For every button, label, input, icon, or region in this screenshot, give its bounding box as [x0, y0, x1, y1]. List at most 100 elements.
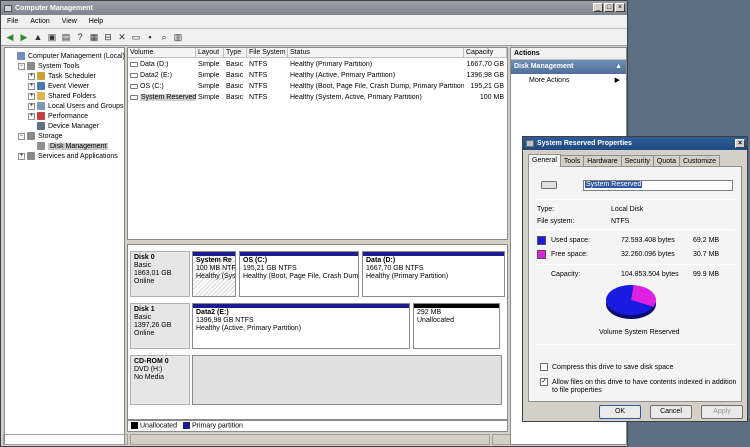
empty-drive-area [192, 355, 502, 405]
column-layout[interactable]: Layout [196, 48, 224, 57]
submenu-arrow-icon: ▶ [614, 77, 620, 84]
table-row[interactable]: Data (D:) Simple Basic NTFS Healthy (Primary… [128, 59, 507, 70]
forward-icon[interactable]: ▶ [18, 31, 30, 43]
expand-icon[interactable]: + [28, 92, 35, 100]
tree-item-label: Computer Management (Local) [28, 52, 125, 60]
title-bar[interactable]: Computer Management _ □ × [1, 1, 627, 15]
disk-name: Disk 0 [134, 254, 155, 261]
column-file-system[interactable]: File System [247, 48, 288, 57]
menu-file[interactable]: File [1, 18, 24, 25]
column-volume[interactable]: Volume [128, 48, 196, 57]
type-value: Local Disk [611, 206, 644, 213]
table-row[interactable]: Data2 (E:) Simple Basic NTFS Healthy (Active… [128, 70, 507, 81]
disk-label[interactable]: CD-ROM 0 DVD (H:) No Media [130, 355, 190, 405]
table-cell: NTFS [247, 61, 288, 68]
drive-icon [130, 94, 138, 100]
expand-icon[interactable]: + [28, 72, 35, 80]
volume-name-field[interactable]: System Reserved [583, 180, 733, 191]
help-icon[interactable]: ? [74, 31, 86, 43]
partition-block[interactable]: Data2 (E:) 1396,98 GB NTFS Healthy (Active… [192, 303, 410, 349]
tree-item[interactable]: − System Tools [18, 61, 80, 71]
expand-icon[interactable]: + [18, 152, 25, 160]
expand-icon[interactable]: + [28, 102, 35, 110]
table-cell: Basic [224, 94, 247, 101]
show-hide-tree-icon[interactable]: ▣ [46, 31, 58, 43]
close-icon[interactable]: × [615, 3, 625, 12]
disk-label[interactable]: Disk 0 Basic 1863,01 GB Online [130, 251, 190, 297]
ok-button[interactable]: OK [599, 405, 641, 419]
collapse-icon[interactable]: − [18, 132, 25, 140]
compress-checkbox[interactable] [540, 363, 548, 371]
legend-unallocated-label: Unallocated [140, 422, 177, 430]
more-actions-item[interactable]: More Actions ▶ [511, 74, 626, 88]
file-system-value: NTFS [611, 218, 630, 225]
column-capacity[interactable]: Capacity [464, 48, 507, 57]
cell-text: Basic [226, 72, 244, 79]
search-icon[interactable]: ⌕ [158, 31, 170, 43]
table-row[interactable]: OS (C:) Simple Basic NTFS Healthy (Boot, Pag… [128, 81, 507, 92]
cell-text: Healthy (System, Active, Primary Partiti… [290, 94, 422, 101]
disk-name: Disk 1 [134, 306, 155, 313]
table-cell: NTFS [247, 72, 288, 79]
tree-item[interactable]: + Event Viewer [28, 81, 89, 91]
tree-item[interactable]: Computer Management (Local) [8, 51, 125, 61]
grid-icon[interactable]: ▦ [88, 31, 100, 43]
menu-bar: File Action View Help [1, 15, 627, 29]
table-row[interactable]: System Reserved Simple Basic NTFS Healthy (S… [128, 92, 507, 103]
partition-block[interactable]: Data (D:) 1667,70 GB NTFS Healthy (Primary… [362, 251, 505, 297]
actions-section-disk-management[interactable]: Disk Management ▲ [511, 60, 626, 74]
partition-block[interactable]: OS (C:) 195,21 GB NTFS Healthy (Boot, Page… [239, 251, 359, 297]
drive-icon [541, 181, 557, 189]
tree-item[interactable]: + Task Scheduler [28, 71, 96, 81]
drive-small-icon [526, 140, 534, 147]
column-type[interactable]: Type [224, 48, 247, 57]
expand-icon[interactable]: + [28, 112, 35, 120]
cancel-button[interactable]: Cancel [650, 405, 692, 419]
cell-text: 195,21 GB [470, 83, 504, 90]
partition-block[interactable]: System Re 100 MB NTFS Healthy (Sys [192, 251, 236, 297]
properties-icon[interactable]: ▤ [60, 31, 72, 43]
view-icon[interactable]: ▥ [172, 31, 184, 43]
menu-action[interactable]: Action [24, 18, 55, 25]
collapse-icon[interactable]: ▲ [615, 60, 622, 74]
disk-graphical-view: Disk 0 Basic 1863,01 GB Online System Re 100 … [127, 244, 508, 420]
tree-item-label: Performance [48, 112, 89, 120]
tree-item[interactable]: − Storage [18, 131, 63, 141]
tree-item[interactable]: + Local Users and Groups [28, 101, 123, 111]
tree-item[interactable]: Device Manager [28, 121, 99, 131]
table-cell: NTFS [247, 94, 288, 101]
minimize-icon[interactable]: _ [593, 3, 603, 12]
tab-general[interactable]: General [528, 154, 561, 167]
delete-icon[interactable]: ✕ [116, 31, 128, 43]
cell-text: 100 MB [479, 94, 504, 101]
expand-icon[interactable]: + [28, 82, 35, 90]
column-status[interactable]: Status [288, 48, 464, 57]
menu-help[interactable]: Help [83, 18, 109, 25]
tools-icon [27, 62, 35, 70]
save-icon[interactable]: ▪ [144, 31, 156, 43]
cell-text: Simple [198, 94, 220, 101]
dialog-title-bar[interactable]: System Reserved Properties × [523, 137, 747, 150]
action-icon[interactable]: ⊟ [102, 31, 114, 43]
apply-button[interactable]: Apply [701, 405, 743, 419]
cell-text: Healthy (Active, Primary Partition) [290, 72, 396, 79]
index-label: Allow files on this drive to have conten… [552, 379, 737, 394]
tree-item[interactable]: + Performance [28, 111, 88, 121]
folder-open-icon[interactable]: ▭ [130, 31, 142, 43]
disk-size: 1397,26 GB [134, 322, 172, 329]
tree-item[interactable]: + Services and Applications [18, 151, 118, 161]
menu-view[interactable]: View [56, 18, 83, 25]
collapse-icon[interactable]: − [18, 62, 25, 70]
tree-item[interactable]: + Shared Folders [28, 91, 96, 101]
disk-label[interactable]: Disk 1 Basic 1397,26 GB Online [130, 303, 190, 349]
legend-primary: Primary partition [182, 422, 243, 430]
up-icon[interactable]: ▲ [32, 31, 44, 43]
tree-item[interactable]: Disk Management [28, 141, 109, 151]
table-cell: Simple [196, 94, 224, 101]
index-checkbox[interactable]: ✓ [540, 378, 548, 386]
maximize-icon[interactable]: □ [604, 3, 614, 12]
services-icon [27, 152, 35, 160]
back-icon[interactable]: ◀ [4, 31, 16, 43]
unallocated-partition[interactable]: 292 MB Unallocated [413, 303, 500, 349]
dialog-close-icon[interactable]: × [735, 139, 745, 148]
